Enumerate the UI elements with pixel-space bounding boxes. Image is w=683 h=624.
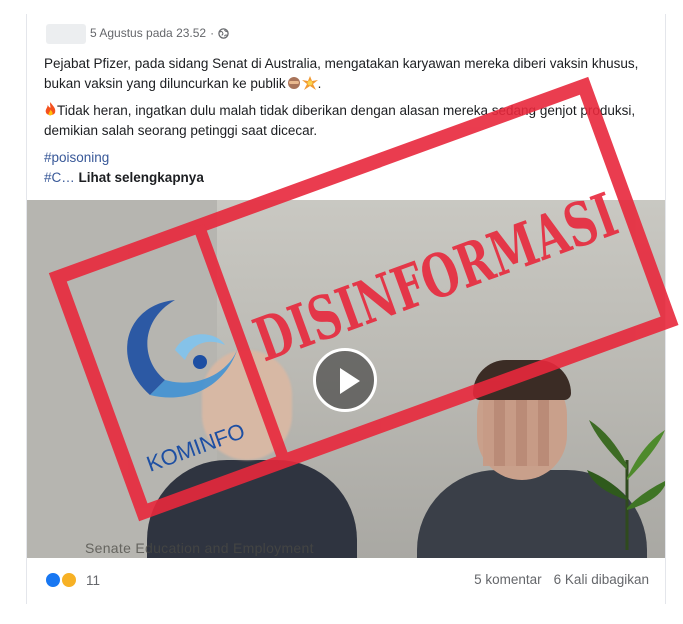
post-timestamp[interactable]: 5 Agustus pada 23.52 <box>90 26 206 40</box>
like-icon <box>44 571 62 589</box>
paragraph-1-text: Pejabat Pfizer, pada sidang Senat di Aus… <box>44 56 639 91</box>
speaker-left-head <box>202 350 292 460</box>
post-paragraph-1: Pejabat Pfizer, pada sidang Senat di Aus… <box>44 54 659 94</box>
fire-icon <box>45 102 56 116</box>
author-name-redacted <box>46 24 86 44</box>
plant-icon <box>587 420 665 550</box>
post-paragraph-2: Tidak heran, ingatkan dulu malah tidak d… <box>44 101 659 141</box>
paragraph-2-text: Tidak heran, ingatkan dulu malah tidak d… <box>44 103 636 138</box>
play-icon <box>340 368 360 394</box>
post-meta: 5 Agustus pada 23.52 · <box>90 26 229 40</box>
reaction-count: 11 <box>86 572 101 588</box>
card-border-right <box>665 14 666 604</box>
video-caption: Senate Education and Employment <box>85 540 314 556</box>
play-button[interactable] <box>313 348 377 412</box>
engagement-counts: 5 komentar 6 Kali dibagikan <box>474 572 649 587</box>
hashtag-truncated[interactable]: #C… <box>44 170 75 185</box>
speaker-right-hair <box>473 360 571 400</box>
hashtag-poisoning[interactable]: #poisoning <box>44 150 109 165</box>
shares-count[interactable]: 6 Kali dibagikan <box>554 572 649 587</box>
hashtag-line: #C… Lihat selengkapnya <box>44 170 204 185</box>
collision-icon <box>301 76 318 90</box>
meta-separator: · <box>210 26 215 40</box>
paragraph-1-end: . <box>317 76 322 91</box>
see-no-evil-monkey-icon <box>287 77 300 89</box>
face-pixelation <box>483 400 549 466</box>
see-more-link[interactable]: Lihat selengkapnya <box>79 170 204 185</box>
wow-icon <box>60 571 78 589</box>
globe-icon[interactable] <box>218 27 229 39</box>
comments-count[interactable]: 5 komentar <box>474 572 542 587</box>
reactions-summary[interactable]: 11 <box>44 571 100 589</box>
